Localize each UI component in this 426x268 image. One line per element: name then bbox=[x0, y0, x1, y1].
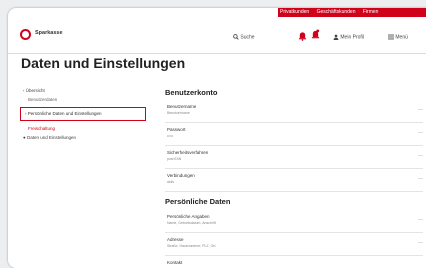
row-label: Kontakt bbox=[167, 260, 183, 265]
sidebar-item-user-data[interactable]: Benutzerdaten bbox=[28, 97, 57, 102]
row-label: Sicherheitsverfahren bbox=[167, 150, 209, 155]
row-value: Benutzername bbox=[167, 111, 190, 115]
list-item[interactable]: Sicherheitsverfahren pushTAN — bbox=[165, 146, 423, 169]
sidebar-item-label: Benutzerdaten bbox=[28, 97, 58, 102]
section-title-account: Benutzerkonto bbox=[165, 88, 218, 97]
page-title: Daten und Einstellungen bbox=[21, 55, 186, 71]
top-links: Privatkunden Geschäftskunden Firmen bbox=[280, 9, 384, 15]
search-icon bbox=[233, 34, 239, 40]
search-button[interactable]: Suche bbox=[233, 34, 255, 40]
user-icon bbox=[333, 34, 339, 40]
row-value: Straße, Hausnummer, PLZ, Ort bbox=[167, 244, 216, 248]
chevron-right-icon: — bbox=[418, 107, 423, 113]
list-item[interactable]: Kontakt bbox=[165, 256, 423, 268]
list-item[interactable]: Benutzername Benutzername — bbox=[165, 100, 423, 123]
list-item[interactable]: Adresse Straße, Hausnummer, PLZ, Ort — bbox=[165, 233, 423, 256]
list-item[interactable]: Persönliche Angaben Name, Geburtsdatum, … bbox=[165, 210, 423, 233]
search-label: Suche bbox=[240, 34, 255, 41]
row-label: Verbindungen bbox=[167, 173, 195, 178]
logo-icon bbox=[20, 29, 31, 40]
sidebar-item-overview[interactable]: ‹ Übersicht bbox=[23, 88, 45, 93]
top-link-business[interactable]: Geschäftskunden bbox=[317, 9, 356, 15]
row-value: aktiv bbox=[167, 180, 175, 184]
sidebar-item-data-settings[interactable]: ● Daten und Einstellungen bbox=[23, 135, 76, 140]
sidebar-item-label: Übersicht bbox=[25, 88, 45, 93]
sidebar-item-personal-data-settings[interactable]: › Persönliche Daten und Einstellungen bbox=[20, 107, 146, 121]
menu-label: Menü bbox=[395, 34, 408, 41]
list-item[interactable]: Verbindungen aktiv — bbox=[165, 169, 423, 192]
list-item[interactable]: Passwort ••••• — bbox=[165, 123, 423, 146]
row-label: Passwort bbox=[167, 127, 186, 132]
top-link-private[interactable]: Privatkunden bbox=[280, 9, 309, 15]
bell-icon bbox=[298, 32, 307, 41]
row-value: Name, Geburtsdatum, Anschrift bbox=[167, 221, 216, 225]
row-label: Adresse bbox=[167, 237, 184, 242]
profile-button[interactable]: Mein Profil bbox=[333, 34, 364, 40]
row-label: Persönliche Angaben bbox=[167, 214, 210, 219]
messages-button[interactable] bbox=[311, 29, 320, 42]
logo-text: Sparkasse bbox=[35, 30, 63, 36]
sidebar-item-activation[interactable]: Freischaltung bbox=[28, 126, 55, 131]
row-value: pushTAN bbox=[167, 157, 182, 161]
mail-icon bbox=[311, 29, 320, 39]
row-label: Benutzername bbox=[167, 104, 197, 109]
sidebar-item-label: Persönliche Daten und Einstellungen bbox=[27, 111, 102, 116]
chevron-right-icon: — bbox=[418, 130, 423, 136]
chevron-right-icon: — bbox=[418, 176, 423, 182]
top-link-companies[interactable]: Firmen bbox=[363, 9, 379, 15]
sidebar-item-label: Freischaltung bbox=[28, 126, 56, 131]
menu-button[interactable]: Menü bbox=[388, 34, 408, 40]
row-value: ••••• bbox=[167, 134, 174, 138]
chevron-right-icon: — bbox=[418, 153, 423, 159]
menu-icon bbox=[388, 34, 394, 40]
section-title-personal: Persönliche Daten bbox=[165, 197, 231, 206]
app-window: Privatkunden Geschäftskunden Firmen Spar… bbox=[8, 8, 426, 268]
chevron-right-icon: — bbox=[418, 240, 423, 246]
sidebar-item-label: Daten und Einstellungen bbox=[26, 135, 77, 140]
top-bar: Privatkunden Geschäftskunden Firmen bbox=[8, 8, 426, 17]
notifications-button[interactable] bbox=[298, 31, 307, 43]
chevron-right-icon: — bbox=[418, 217, 423, 223]
site-header: Sparkasse Suche Mein Profil Menü bbox=[8, 17, 426, 54]
profile-label: Mein Profil bbox=[340, 34, 365, 41]
